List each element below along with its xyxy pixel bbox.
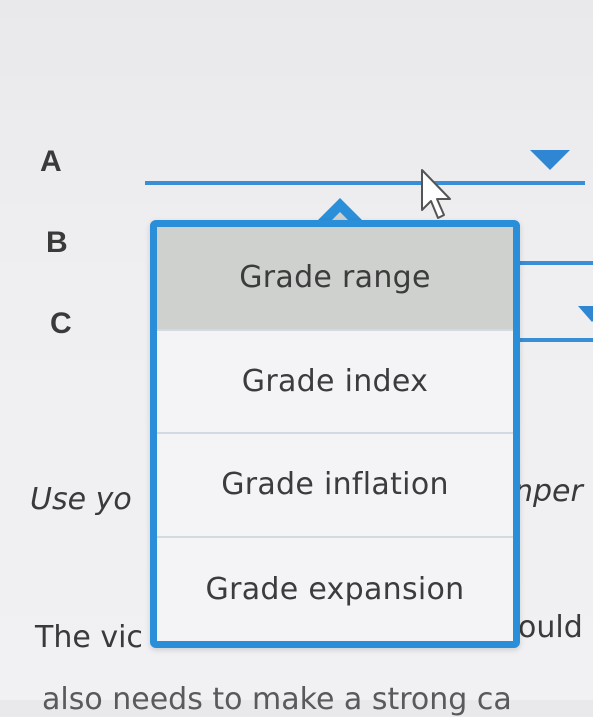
row-label-a: A [40,145,62,178]
mouse-cursor-icon [421,169,451,219]
row-label-c: C [50,307,72,340]
dropdown-menu: Grade range Grade index Grade inflation … [150,220,520,648]
instruction-text-left: Use yo [30,482,132,517]
dropdown-a-field[interactable] [145,181,585,185]
dropdown-c-field[interactable] [512,338,593,342]
menu-option-grade-inflation[interactable]: Grade inflation [157,434,513,538]
dropdown-b-field[interactable] [512,261,593,265]
dropdown-a-arrow-icon[interactable] [530,150,570,170]
menu-option-grade-index[interactable]: Grade index [157,331,513,434]
paragraph-text-left: The vic [35,620,143,655]
paragraph-text-right: ould [518,610,583,645]
dropdown-c-arrow-icon[interactable] [578,306,593,322]
menu-option-grade-expansion[interactable]: Grade expansion [157,538,513,642]
menu-option-grade-range[interactable]: Grade range [157,227,513,331]
instruction-text-right: nper [514,474,583,509]
row-label-b: B [46,226,68,259]
